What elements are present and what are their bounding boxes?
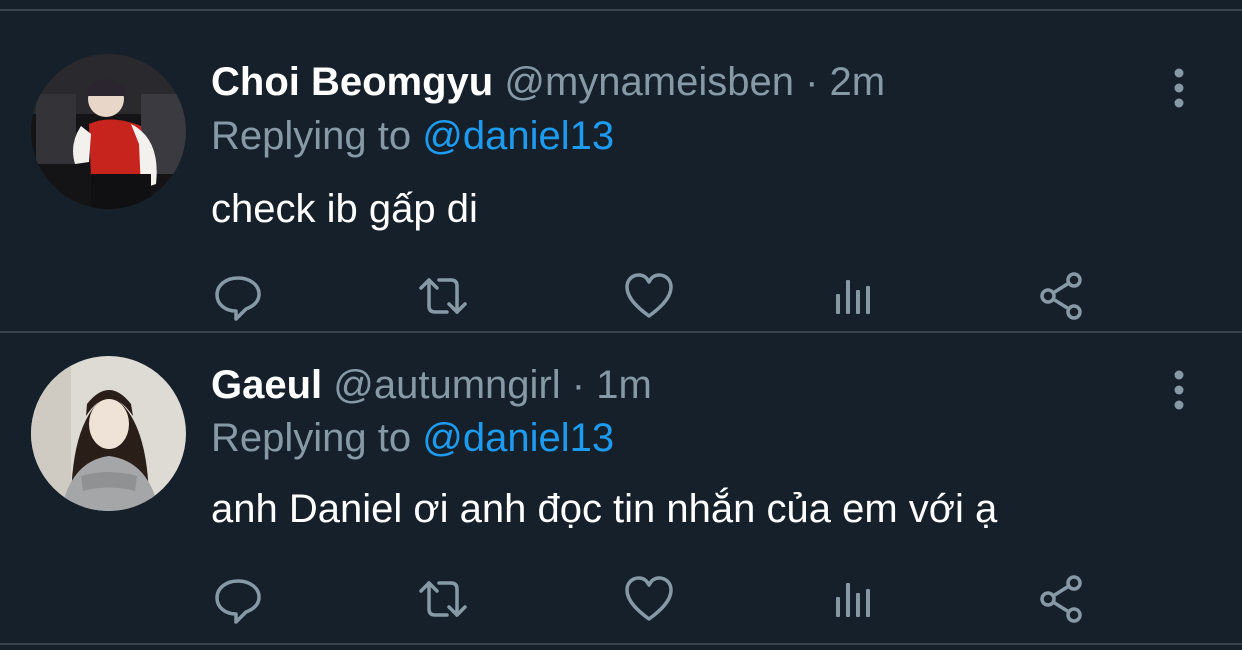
- replying-to: Replying to @daniel13: [211, 111, 614, 161]
- tweet-card[interactable]: Choi Beomgyu @mynameisben · 2m Replying …: [0, 11, 1242, 333]
- mention-link[interactable]: @daniel13: [422, 114, 614, 158]
- mention-link[interactable]: @daniel13: [422, 416, 614, 460]
- replying-to-label: Replying to: [211, 416, 412, 460]
- reply-icon[interactable]: [208, 266, 268, 326]
- tweet-actions: [0, 266, 1242, 326]
- heart-icon[interactable]: [619, 569, 679, 629]
- top-divider: [0, 0, 1242, 11]
- avatar[interactable]: [31, 356, 186, 511]
- avatar[interactable]: [31, 54, 186, 209]
- tweet-text: check ib gấp di: [211, 187, 478, 231]
- separator-dot: ·: [805, 60, 819, 104]
- share-icon[interactable]: [1032, 266, 1092, 326]
- display-name[interactable]: Choi Beomgyu: [211, 60, 493, 104]
- timestamp[interactable]: 2m: [830, 60, 886, 104]
- retweet-icon[interactable]: [413, 266, 473, 326]
- analytics-icon[interactable]: [826, 266, 886, 326]
- replying-to: Replying to @daniel13: [211, 413, 614, 463]
- more-vertical-icon[interactable]: [1164, 65, 1194, 115]
- separator-dot: ·: [571, 363, 586, 407]
- user-handle[interactable]: @mynameisben: [504, 60, 794, 104]
- share-icon[interactable]: [1032, 569, 1092, 629]
- more-vertical-icon[interactable]: [1164, 367, 1194, 417]
- retweet-icon[interactable]: [413, 569, 473, 629]
- display-name[interactable]: Gaeul: [211, 363, 322, 407]
- tweet-header: Gaeul @autumngirl · 1m: [211, 360, 652, 410]
- heart-icon[interactable]: [619, 266, 679, 326]
- tweet-header: Choi Beomgyu @mynameisben · 2m: [211, 57, 885, 107]
- tweet-card[interactable]: Gaeul @autumngirl · 1m Replying to @dani…: [0, 333, 1242, 645]
- user-handle[interactable]: @autumngirl: [333, 363, 560, 407]
- timestamp[interactable]: 1m: [596, 363, 652, 407]
- tweet-actions: [0, 569, 1242, 629]
- replying-to-label: Replying to: [211, 114, 412, 158]
- reply-icon[interactable]: [208, 569, 268, 629]
- analytics-icon[interactable]: [826, 569, 886, 629]
- tweet-text: anh Daniel ơi anh đọc tin nhắn của em vớ…: [211, 487, 998, 531]
